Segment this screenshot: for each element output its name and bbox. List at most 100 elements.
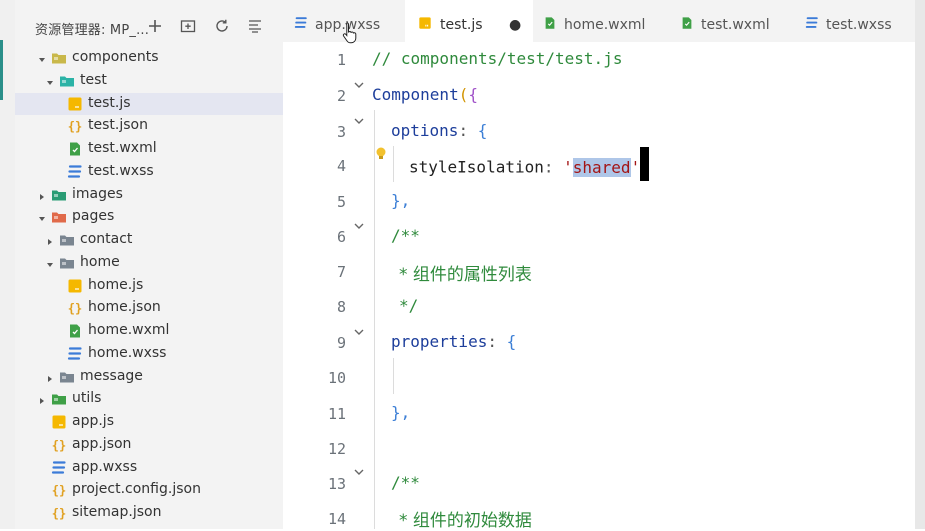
tree-file[interactable]: {} sitemap.json — [15, 502, 283, 524]
svg-text:{}: {} — [52, 507, 66, 521]
json-file-icon: {} — [51, 505, 67, 521]
code-colon: : — [458, 121, 478, 140]
tree-file[interactable]: test.js — [15, 92, 283, 115]
vertical-scrollbar[interactable] — [915, 0, 925, 529]
tree-item-label: test — [80, 71, 107, 88]
svg-text:{}: {} — [52, 438, 66, 452]
new-folder-icon[interactable] — [178, 16, 198, 36]
json-file-icon: {} — [51, 482, 67, 498]
code-paren: ( — [458, 85, 469, 104]
wxss-file-icon — [67, 164, 83, 180]
fold-chevron-icon[interactable] — [354, 329, 364, 337]
tree-file[interactable]: {} app.json — [15, 434, 283, 456]
tree-item-label: utils — [72, 390, 102, 407]
tree-file[interactable]: {} test.json — [15, 115, 283, 137]
line-number: 5 — [336, 193, 346, 211]
fold-chevron-icon[interactable] — [354, 82, 364, 90]
new-file-icon[interactable] — [145, 16, 165, 36]
tree-folder[interactable]: pages — [15, 206, 283, 228]
chevron-right-icon[interactable] — [44, 370, 56, 382]
tree-folder[interactable]: home — [15, 252, 283, 274]
tree-file[interactable]: {} project.config.json — [15, 479, 283, 501]
wxml-file-icon — [680, 15, 694, 29]
code-line-3: options: { — [391, 121, 487, 140]
code-colon: : — [487, 332, 507, 351]
tree-item-label: sitemap.json — [72, 504, 162, 520]
indent-guide — [393, 146, 394, 182]
chevron-down-icon[interactable] — [44, 256, 56, 268]
tree-folder[interactable]: message — [15, 366, 283, 388]
svg-text:{}: {} — [68, 120, 82, 134]
code-comment: /** — [391, 473, 420, 492]
code-property: options — [391, 121, 459, 140]
wxss-file-icon — [67, 346, 83, 362]
tree-file[interactable]: test.wxss — [15, 161, 283, 183]
fold-chevron-icon[interactable] — [354, 223, 364, 231]
chevron-down-icon[interactable] — [36, 210, 48, 222]
code-brace: }, — [391, 403, 411, 422]
code-comment: /** — [391, 226, 420, 245]
editor-tab[interactable]: test.js ● — [405, 0, 533, 42]
code-comment: // components/test/test.js — [372, 49, 623, 68]
tree-folder[interactable]: images — [15, 184, 283, 206]
fold-chevron-icon[interactable] — [354, 118, 364, 126]
fold-chevron-icon[interactable] — [354, 469, 364, 477]
tree-folder[interactable]: contact — [15, 229, 283, 251]
chevron-down-icon[interactable] — [36, 51, 48, 63]
line-number: 13 — [327, 475, 346, 493]
tree-folder[interactable]: utils — [15, 388, 283, 410]
indent-guide — [374, 110, 375, 529]
chevron-right-icon[interactable] — [36, 392, 48, 405]
chevron-right-icon[interactable] — [44, 233, 56, 245]
refresh-icon[interactable] — [212, 16, 232, 36]
line-number: 12 — [327, 440, 346, 458]
explorer-header: 资源管理器: MP_... — [15, 0, 283, 44]
line-number: 2 — [336, 87, 346, 105]
chevron-right-icon[interactable] — [36, 188, 48, 200]
tree-file[interactable]: app.wxss — [15, 457, 283, 479]
code-line-8: */ — [399, 296, 418, 315]
code-line-6: /** — [391, 226, 420, 245]
unsaved-dot-icon[interactable]: ● — [509, 17, 521, 33]
wxml-file-icon — [67, 323, 83, 339]
json-file-icon: {} — [67, 300, 83, 316]
code-line-13: /** — [391, 473, 420, 492]
tree-item-label: pages — [72, 208, 115, 225]
tree-item-label: project.config.json — [72, 481, 201, 498]
lightbulb-icon[interactable] — [374, 146, 388, 162]
tree-item-label: contact — [80, 231, 133, 247]
tree-file[interactable]: home.wxml — [15, 320, 283, 342]
tree-item-label: test.js — [88, 94, 131, 111]
editor-tab[interactable]: home.wxml — [533, 0, 669, 42]
js-file-icon — [67, 278, 83, 294]
folder-icon — [51, 50, 67, 66]
editor-tab[interactable]: test.wxss — [793, 0, 915, 42]
tree-file[interactable]: home.js — [15, 275, 283, 297]
svg-text:{}: {} — [68, 302, 82, 316]
line-number: 6 — [336, 228, 346, 246]
tree-file[interactable]: test.wxml — [15, 138, 283, 160]
code-editor[interactable]: 1 2 3 4 5 6 7 8 9 10 11 12 13 14 // components/test/t… — [283, 42, 915, 531]
tree-folder[interactable]: components — [15, 47, 283, 69]
code-string-quote: ' — [563, 157, 573, 177]
line-number: 4 — [336, 157, 346, 175]
mouse-pointer-icon — [342, 22, 357, 44]
explorer-title: 资源管理器: MP_... — [35, 23, 150, 38]
svg-text:{}: {} — [52, 484, 66, 498]
code-string-quote: ' — [630, 157, 641, 177]
code-brace: { — [477, 121, 488, 140]
line-number: 9 — [336, 334, 346, 352]
tree-item-label: test.wxss — [88, 162, 154, 179]
tree-file[interactable]: app.js — [15, 411, 283, 433]
tab-label: test.wxml — [701, 17, 770, 33]
selected-text[interactable]: shared — [572, 157, 631, 177]
chevron-down-icon[interactable] — [44, 74, 56, 86]
tree-file[interactable]: home.wxss — [15, 343, 283, 365]
folder-icon — [59, 73, 75, 89]
tree-folder[interactable]: test — [15, 70, 283, 92]
editor-tab[interactable]: test.wxml — [669, 0, 793, 42]
editor-tab-bar: app.wxsstest.js●home.wxmltest.wxmltest.w… — [283, 0, 915, 42]
collapse-all-icon[interactable] — [245, 16, 265, 36]
tree-item-label: home.json — [88, 299, 161, 316]
tree-file[interactable]: {} home.json — [15, 297, 283, 319]
